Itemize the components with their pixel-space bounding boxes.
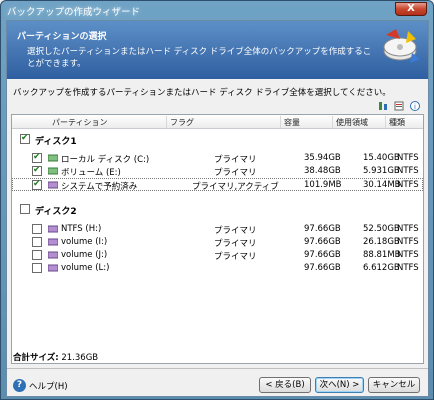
partition-used: 30.14MB (363, 180, 401, 190)
partition-icon (48, 251, 58, 259)
grid-toolbar: i (378, 101, 420, 111)
disk-row-1[interactable]: ディスク1 (12, 133, 423, 147)
partition-type: NTFS (397, 263, 419, 273)
partition-capacity: 97.66GB (304, 250, 341, 260)
disk-label: ディスク2 (35, 207, 77, 217)
partition-row[interactable]: システムで予約済み プライマリ,アクティブ 101.9MB 30.14MB NT… (12, 178, 423, 192)
partition-used: 5.931GB (363, 166, 400, 176)
partition-used: 52.50GB (363, 224, 400, 234)
help-link[interactable]: ? ヘルプ(H) (13, 379, 68, 392)
partition-type: NTFS (397, 250, 419, 260)
partition-icon (48, 181, 58, 189)
window-title: バックアップの作成ウィザード (7, 7, 141, 18)
total-size-value: 21.36GB (61, 353, 99, 363)
partition-capacity: 97.66GB (304, 263, 341, 273)
partition-row[interactable]: ローカル ディスク (C:) プライマリ 35.94GB 15.40GB NTF… (12, 152, 423, 165)
total-size: 合計サイズ: 21.36GB (13, 351, 98, 363)
partition-row[interactable]: volume (L:) 97.66GB 6.612GB NTFS (12, 262, 423, 275)
partition-type: NTFS (397, 166, 419, 176)
partition-checkbox[interactable] (32, 165, 42, 176)
col-capacity[interactable]: 容量 (284, 117, 300, 128)
wizard-banner: パーティションの選択 選択したパーティションまたはハード ディスク ドライブ全体… (7, 21, 428, 79)
partition-row[interactable]: volume (J:) プライマリ 97.66GB 88.81MB NTFS (12, 249, 423, 262)
disk-backup-logo-icon (383, 29, 420, 63)
partition-capacity: 97.66GB (304, 237, 341, 247)
col-partition[interactable]: パーティション (52, 117, 108, 128)
partition-row[interactable]: ボリューム (E:) プライマリ 38.48GB 5.931GB NTFS (12, 165, 423, 178)
partition-flags: プライマリ (214, 168, 257, 178)
partition-type: NTFS (397, 224, 419, 234)
disk-row-2[interactable]: ディスク2 (12, 203, 423, 217)
help-icon[interactable]: ? (13, 379, 26, 392)
info-icon[interactable]: i (410, 101, 420, 111)
partition-name: volume (I:) (61, 237, 108, 247)
total-size-label: 合計サイズ: (13, 353, 59, 363)
partition-icon (48, 167, 58, 175)
properties-icon[interactable] (394, 101, 404, 111)
partition-capacity: 101.9MB (304, 180, 342, 190)
back-button[interactable]: < 戻る(B) (259, 377, 311, 393)
partition-icon (48, 264, 58, 272)
partition-name: NTFS (H:) (61, 224, 102, 234)
partition-checkbox[interactable] (32, 152, 42, 163)
partition-icon (48, 154, 58, 162)
partition-flags: プライマリ (214, 252, 257, 262)
wizard-client-area: パーティションの選択 選択したパーティションまたはハード ディスク ドライブ全体… (6, 20, 429, 397)
col-flags[interactable]: フラグ (170, 117, 194, 128)
partition-row[interactable]: volume (I:) プライマリ 97.66GB 26.18GB NTFS (12, 236, 423, 249)
partition-checkbox[interactable] (32, 224, 42, 234)
partition-used: 26.18GB (363, 237, 400, 247)
partition-used: 15.40GB (363, 153, 400, 163)
partition-flags: プライマリ (214, 226, 257, 236)
partition-name: volume (L:) (61, 263, 110, 273)
disk-1-checkbox[interactable] (20, 133, 30, 144)
wizard-window: バックアップの作成ウィザード X パーティションの選択 選択したパーティションま… (0, 0, 434, 400)
cancel-button[interactable]: キャンセル (368, 377, 420, 393)
banner-description: 選択したパーティションまたはハード ディスク ドライブ全体のバックアップを作成す… (27, 47, 372, 69)
partition-capacity: 97.66GB (304, 224, 341, 234)
partition-used: 88.81MB (363, 250, 401, 260)
disk-2-checkbox[interactable] (20, 204, 30, 214)
partition-type: NTFS (397, 180, 419, 190)
partition-name: volume (J:) (61, 250, 108, 260)
partition-checkbox[interactable] (32, 250, 42, 260)
partition-flags: プライマリ,アクティブ (192, 182, 279, 192)
partition-capacity: 35.94GB (304, 153, 341, 163)
partition-row[interactable]: NTFS (H:) プライマリ 97.66GB 52.50GB NTFS (12, 223, 423, 236)
instruction-text: バックアップを作成するパーティションまたはハード ディスク ドライブ全体を選択し… (13, 88, 391, 98)
banner-title: パーティションの選択 (17, 32, 107, 42)
partition-icon (48, 225, 58, 233)
partition-name: システムで予約済み (61, 182, 138, 192)
partition-name: ローカル ディスク (C:) (61, 155, 150, 165)
partition-checkbox[interactable] (32, 237, 42, 247)
partition-checkbox[interactable] (32, 179, 42, 190)
partition-flags: プライマリ (214, 239, 257, 249)
partition-used: 6.612GB (363, 263, 400, 273)
svg-text:i: i (414, 103, 416, 111)
footer-divider (7, 368, 428, 369)
sort-icon[interactable] (378, 101, 388, 111)
partition-capacity: 38.48GB (304, 166, 341, 176)
col-type[interactable]: 種類 (389, 117, 405, 128)
partition-type: NTFS (397, 237, 419, 247)
partition-grid: パーティション フラグ 容量 使用領域 種類 ディスク1 ローカル ディスク (… (11, 114, 424, 364)
partition-icon (48, 238, 58, 246)
grid-header: パーティション フラグ 容量 使用領域 種類 (12, 115, 423, 129)
disk-label: ディスク1 (35, 137, 77, 147)
partition-type: NTFS (397, 153, 419, 163)
partition-flags: プライマリ (214, 155, 257, 165)
help-label[interactable]: ヘルプ(H) (29, 380, 68, 392)
next-button[interactable]: 次へ(N) > (315, 377, 364, 393)
partition-checkbox[interactable] (32, 263, 42, 273)
close-button[interactable]: X (395, 2, 427, 16)
col-used[interactable]: 使用領域 (336, 117, 368, 128)
partition-name: ボリューム (E:) (61, 168, 121, 178)
